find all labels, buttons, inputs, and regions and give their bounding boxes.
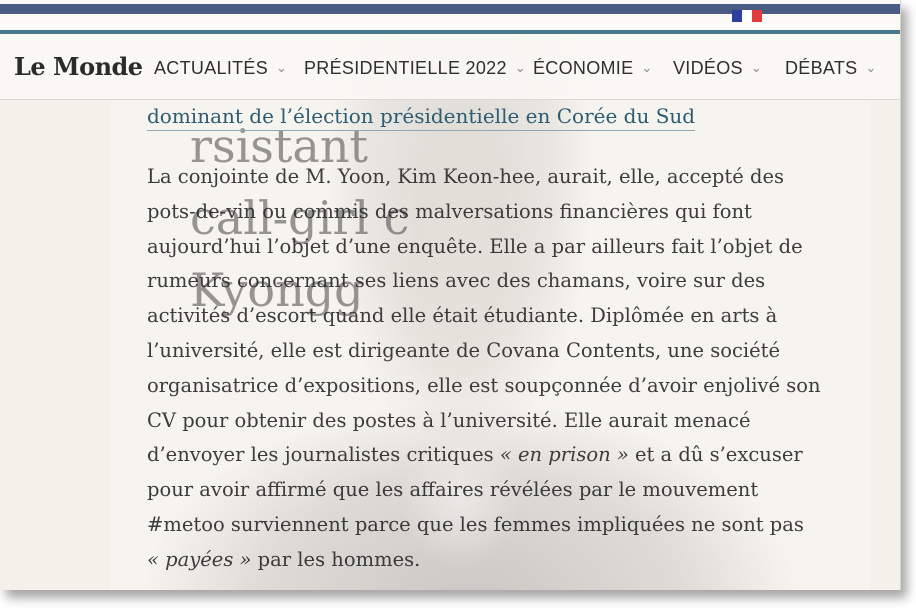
nav-item-economie[interactable]: ÉCONOMIE ⌄ bbox=[533, 58, 653, 79]
paragraph-line: organisatrice d’expositions, elle est so… bbox=[147, 373, 821, 397]
related-article-link[interactable]: dominant de l’élection présidentielle en… bbox=[147, 104, 696, 131]
nav-item-label: DÉBATS bbox=[785, 58, 858, 78]
site-logo[interactable]: Le Monde bbox=[14, 52, 143, 81]
quote-en-prison: « en prison » bbox=[499, 443, 629, 467]
chevron-down-icon: ⌄ bbox=[276, 60, 288, 75]
paragraph-line: rumeurs concernant ses liens avec des ch… bbox=[147, 269, 766, 293]
line-text: et a dû s’excuser bbox=[628, 443, 803, 467]
top-bar bbox=[0, 0, 900, 30]
nav-item-videos[interactable]: VIDÉOS ⌄ bbox=[673, 58, 762, 79]
chevron-down-icon: ⌄ bbox=[865, 60, 877, 75]
nav-item-presidentielle-2022[interactable]: PRÉSIDENTIELLE 2022 ⌄ bbox=[304, 58, 526, 79]
nav-item-label: VIDÉOS bbox=[673, 58, 743, 78]
paragraph-line: pots-de-vin ou commis des malversations … bbox=[147, 199, 752, 223]
nav-item-label: PRÉSIDENTIELLE 2022 bbox=[304, 58, 507, 78]
paragraph-line: CV pour obtenir des postes à l’universit… bbox=[147, 408, 751, 432]
paragraph-line: La conjointe de M. Yoon, Kim Keon-hee, a… bbox=[147, 165, 784, 188]
paragraph-line: l’université, elle est dirigeante de Cov… bbox=[147, 338, 781, 362]
paragraph-line: pour avoir affirmé que les affaires révé… bbox=[147, 478, 759, 502]
paragraph-line: #metoo surviennent parce que les femmes … bbox=[147, 512, 804, 536]
nav-item-actualites[interactable]: ACTUALITÉS ⌄ bbox=[154, 58, 287, 79]
top-stripe bbox=[0, 4, 900, 14]
line-text: par les hommes. bbox=[251, 547, 421, 571]
line-text: d’envoyer les journalistes critiques bbox=[147, 443, 500, 467]
paragraph-line: « payées » par les hommes. bbox=[147, 543, 847, 578]
paragraph-line: activités d’escort quand elle était étud… bbox=[147, 304, 778, 328]
nav-item-debats[interactable]: DÉBATS ⌄ bbox=[785, 58, 877, 79]
screenshot-frame: rsistant call-girl c Kyongg Le Monde ACT… bbox=[0, 0, 901, 590]
paragraph-line: d’envoyer les journalistes critiques « e… bbox=[147, 438, 847, 473]
french-flag-icon bbox=[732, 10, 762, 22]
nav-item-label: ACTUALITÉS bbox=[154, 58, 269, 78]
nav-item-label: ÉCONOMIE bbox=[533, 58, 634, 78]
article-paragraph: La conjointe de M. Yoon, Kim Keon-hee, a… bbox=[147, 160, 847, 578]
paragraph-line: aujourd’hui l’objet d’une enquête. Elle … bbox=[147, 234, 803, 258]
chevron-down-icon: ⌄ bbox=[750, 60, 763, 75]
main-navigation: Le Monde ACTUALITÉS ⌄ PRÉSIDENTIELLE 2022… bbox=[0, 30, 900, 100]
quote-payees: « payées » bbox=[147, 547, 252, 571]
chevron-down-icon: ⌄ bbox=[641, 60, 653, 75]
chevron-down-icon: ⌄ bbox=[514, 60, 526, 75]
